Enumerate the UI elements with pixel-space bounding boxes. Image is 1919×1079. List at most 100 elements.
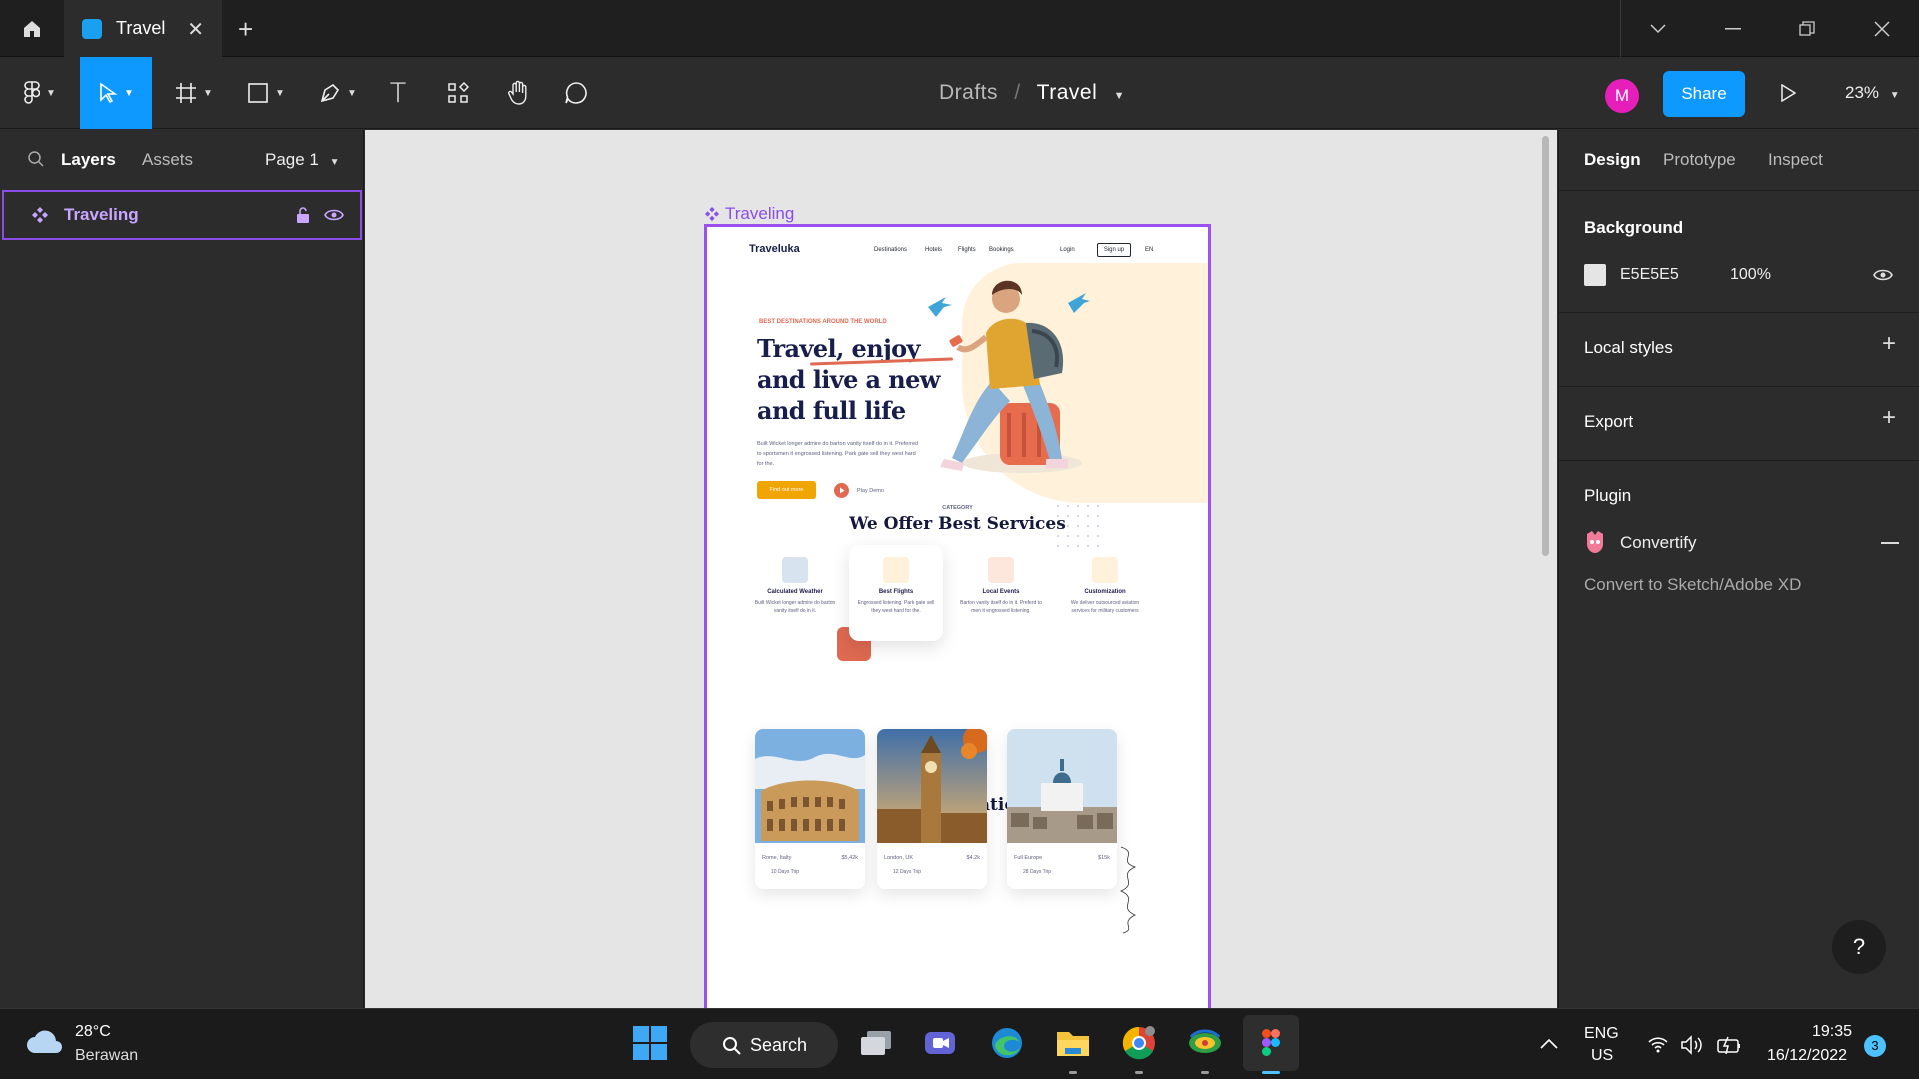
add-style-icon[interactable]: +	[1882, 330, 1896, 358]
frame-icon	[176, 83, 197, 103]
main-menu-button[interactable]: ▼	[14, 57, 66, 129]
service-description: We deliver outsourced aviation services …	[1070, 600, 1140, 614]
home-button[interactable]	[0, 0, 64, 57]
nav-hotels: Hotels	[925, 247, 943, 253]
pen-icon	[320, 83, 340, 103]
page-selector-label: Page 1	[265, 150, 319, 169]
home-icon	[24, 20, 40, 37]
help-button[interactable]: ?	[1832, 920, 1886, 974]
battery-charging-icon[interactable]	[1716, 1035, 1742, 1055]
wifi-icon[interactable]	[1648, 1037, 1668, 1053]
notification-badge[interactable]: 3	[1864, 1035, 1886, 1057]
file-explorer-button[interactable]	[1053, 1023, 1093, 1063]
resources-tool[interactable]	[440, 57, 476, 129]
close-window-button[interactable]	[1852, 0, 1912, 57]
weather-description[interactable]: Berawan	[75, 1047, 138, 1065]
nav-flights: Flights	[958, 247, 976, 253]
clock-date[interactable]: 16/12/2022	[1767, 1047, 1847, 1065]
scribble-decoration	[1120, 846, 1137, 934]
plugin-action[interactable]: Convert to Sketch/Adobe XD	[1584, 575, 1801, 595]
collapse-plugin-icon[interactable]	[1881, 542, 1899, 544]
tabs-dropdown-button[interactable]	[1628, 0, 1688, 57]
user-avatar[interactable]: M	[1605, 79, 1639, 113]
design-canvas[interactable]: Traveling Traveluka Destinations Hotels …	[365, 130, 1557, 1008]
move-tool[interactable]: ▼	[80, 57, 152, 129]
task-view-icon	[861, 1031, 891, 1055]
add-export-icon[interactable]: +	[1882, 404, 1896, 432]
destination-card: London, UK $4.2k 12 Days Trip	[877, 729, 987, 889]
minimize-button[interactable]	[1703, 0, 1763, 57]
cursor-icon	[100, 82, 118, 104]
task-view-button[interactable]	[856, 1023, 896, 1063]
site-logo: Traveluka	[749, 243, 800, 255]
eye-icon[interactable]	[324, 208, 344, 222]
text-tool[interactable]: T	[380, 57, 416, 129]
close-tab-icon[interactable]: ✕	[187, 17, 204, 42]
canvas-scrollbar[interactable]	[1542, 136, 1549, 556]
hand-tool[interactable]	[500, 57, 536, 129]
tab-layers[interactable]: Layers	[61, 150, 116, 170]
cloud-icon[interactable]	[26, 1029, 64, 1055]
page-selector[interactable]: Page 1 ▼	[265, 150, 340, 170]
layer-row[interactable]: Traveling	[2, 190, 362, 240]
breadcrumb-file-name[interactable]: Travel	[1037, 81, 1098, 104]
components-icon	[448, 82, 469, 103]
frame-label[interactable]: Traveling	[705, 204, 794, 224]
restore-button[interactable]	[1777, 0, 1837, 57]
eye-icon[interactable]	[1873, 268, 1893, 282]
background-color-swatch[interactable]	[1584, 264, 1606, 286]
nav-login: Login	[1060, 247, 1075, 253]
file-tab[interactable]: Travel ✕	[64, 0, 222, 57]
chrome-button[interactable]	[1119, 1023, 1159, 1063]
find-out-more-button: Find out more	[757, 481, 816, 499]
figma-taskbar-button[interactable]	[1243, 1015, 1299, 1071]
frame-tool[interactable]: ▼	[168, 57, 220, 129]
share-button[interactable]: Share	[1663, 71, 1745, 117]
component-icon	[32, 207, 48, 223]
background-color-value[interactable]: E5E5E5	[1620, 266, 1679, 284]
plugin-name[interactable]: Convertify	[1620, 533, 1697, 553]
language-primary[interactable]: ENG	[1584, 1025, 1619, 1043]
zoom-control[interactable]: 23% ▼	[1845, 83, 1900, 103]
layers-panel-tabs: Layers Assets Page 1 ▼	[0, 130, 364, 188]
shape-tool[interactable]: ▼	[240, 57, 292, 129]
search-icon	[723, 1037, 741, 1055]
running-indicator	[1135, 1071, 1143, 1074]
pen-tool[interactable]: ▼	[312, 57, 364, 129]
tab-inspect[interactable]: Inspect	[1768, 150, 1823, 170]
tab-prototype[interactable]: Prototype	[1663, 150, 1736, 170]
traveling-frame[interactable]: Traveluka Destinations Hotels Flights Bo…	[704, 224, 1211, 1008]
chevron-up-icon[interactable]	[1540, 1039, 1558, 1049]
play-demo-icon	[834, 483, 849, 498]
new-tab-button[interactable]: +	[238, 14, 253, 45]
toolbar: ▼ ▼ ▼ ▼ ▼ T Drafts / Travel ▼ M Share 23…	[0, 57, 1919, 129]
search-icon[interactable]	[27, 150, 45, 168]
comment-tool[interactable]	[558, 57, 594, 129]
clock-time[interactable]: 19:35	[1812, 1023, 1852, 1041]
breadcrumb-drafts[interactable]: Drafts	[939, 81, 998, 104]
taskbar-search[interactable]: Search	[690, 1022, 838, 1068]
figma-logo-icon	[24, 81, 41, 104]
volume-icon[interactable]	[1680, 1035, 1704, 1055]
edge-browser-icon	[992, 1028, 1022, 1058]
unlock-icon[interactable]	[296, 206, 310, 224]
tab-design[interactable]: Design	[1584, 150, 1641, 170]
figma-app-icon	[1262, 1029, 1280, 1056]
chevron-down-icon[interactable]: ▼	[1114, 90, 1125, 102]
tab-assets[interactable]: Assets	[142, 150, 193, 170]
weather-temp[interactable]: 28°C	[75, 1023, 111, 1041]
present-button[interactable]	[1768, 57, 1808, 129]
nav-destinations: Destinations	[874, 247, 908, 253]
start-button[interactable]	[630, 1023, 670, 1063]
comment-icon	[565, 82, 587, 104]
background-opacity-value[interactable]: 100%	[1730, 266, 1771, 284]
destination-name: Full Europe	[1014, 855, 1043, 861]
edge-button[interactable]	[987, 1023, 1027, 1063]
destination-card: Full Europe $15k 28 Days Trip	[1007, 729, 1117, 889]
service-description: Engrossed listening. Park gate sell they…	[857, 600, 935, 614]
language-secondary[interactable]: US	[1591, 1047, 1613, 1065]
teams-chat-button[interactable]	[920, 1023, 960, 1063]
nav-language: EN	[1145, 247, 1154, 253]
running-indicator	[1069, 1071, 1077, 1074]
app-launcher-button[interactable]	[1185, 1023, 1225, 1063]
